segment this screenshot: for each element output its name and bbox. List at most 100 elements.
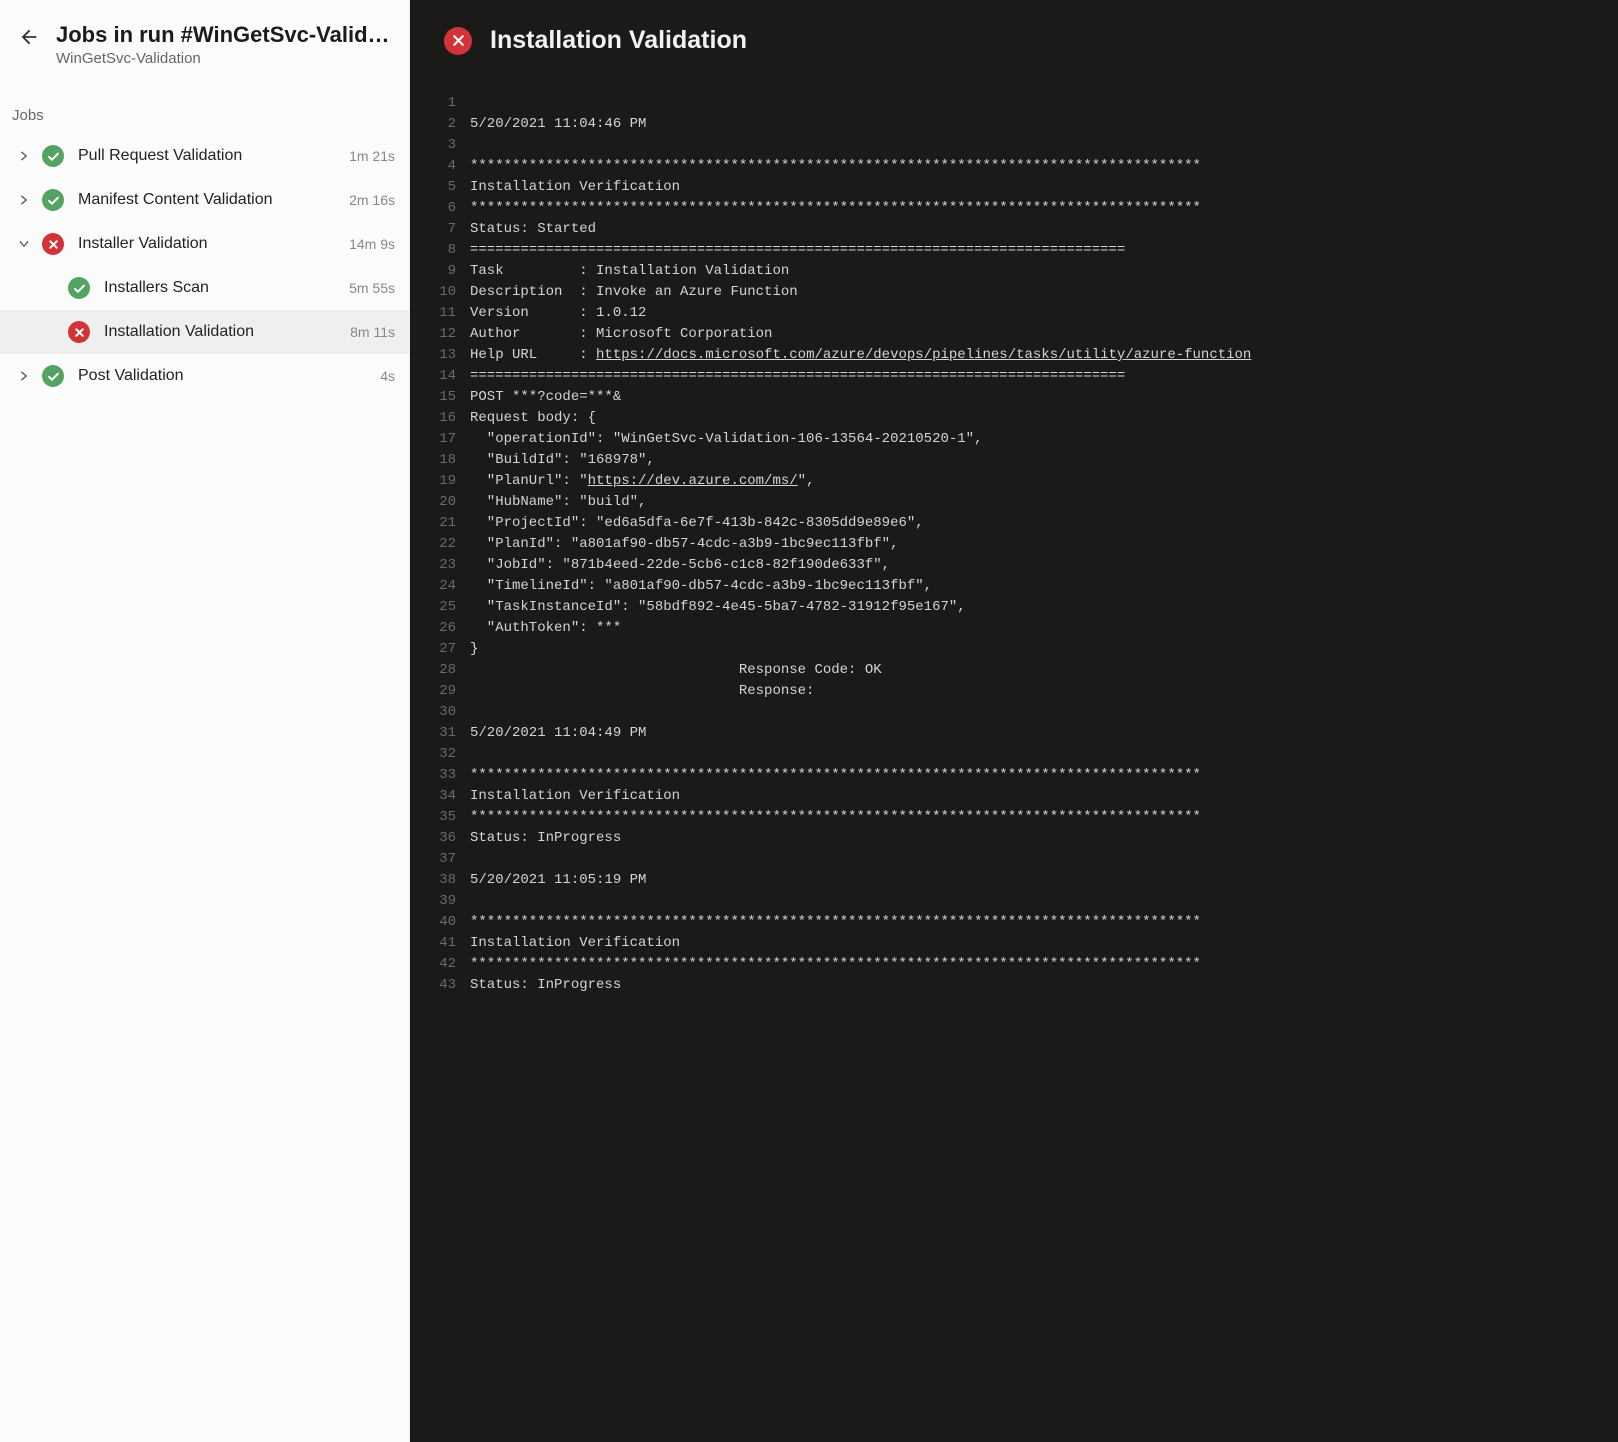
line-number: 37	[410, 849, 470, 870]
job-row-post-validation[interactable]: Post Validation4s	[0, 354, 409, 398]
job-step-label: Installation Validation	[104, 323, 342, 341]
log-line: 40**************************************…	[410, 912, 1618, 933]
line-content: ****************************************…	[470, 954, 1618, 975]
chevron-right-icon[interactable]	[14, 150, 34, 162]
log-line: 5Installation Verification	[410, 177, 1618, 198]
line-number: 28	[410, 660, 470, 681]
log-line: 9Task : Installation Validation	[410, 261, 1618, 282]
line-content: }	[470, 639, 1618, 660]
job-step-label: Installers Scan	[104, 279, 341, 297]
log-line: 18 "BuildId": "168978",	[410, 450, 1618, 471]
log-body[interactable]: 125/20/2021 11:04:46 PM34***************…	[410, 93, 1618, 1442]
line-number: 24	[410, 576, 470, 597]
log-line: 39	[410, 891, 1618, 912]
line-content: Installation Verification	[470, 933, 1618, 954]
back-arrow-icon[interactable]	[18, 26, 40, 52]
line-content	[470, 849, 1618, 870]
job-row-manifest-content-validation[interactable]: Manifest Content Validation2m 16s	[0, 178, 409, 222]
job-step-installers-scan[interactable]: Installers Scan5m 55s	[0, 266, 409, 310]
log-line: 37	[410, 849, 1618, 870]
line-content	[470, 135, 1618, 156]
line-number: 43	[410, 975, 470, 996]
line-number: 9	[410, 261, 470, 282]
line-number: 16	[410, 408, 470, 429]
line-number: 13	[410, 345, 470, 366]
line-content: "TaskInstanceId": "58bdf892-4e45-5ba7-47…	[470, 597, 1618, 618]
line-number: 27	[410, 639, 470, 660]
log-line: 315/20/2021 11:04:49 PM	[410, 723, 1618, 744]
line-number: 31	[410, 723, 470, 744]
log-line: 19 "PlanUrl": "https://dev.azure.com/ms/…	[410, 471, 1618, 492]
line-content: Installation Verification	[470, 177, 1618, 198]
log-line: 14======================================…	[410, 366, 1618, 387]
job-row-installer-validation[interactable]: Installer Validation 14m 9s	[0, 222, 409, 266]
line-number: 3	[410, 135, 470, 156]
line-content: ****************************************…	[470, 807, 1618, 828]
line-content: "AuthToken": ***	[470, 618, 1618, 639]
status-success-icon	[42, 145, 64, 167]
line-number: 22	[410, 534, 470, 555]
line-content: 5/20/2021 11:04:49 PM	[470, 723, 1618, 744]
page-subtitle: WinGetSvc-Validation	[56, 50, 391, 67]
job-duration: 14m 9s	[349, 236, 395, 252]
job-step-duration: 8m 11s	[350, 324, 395, 340]
line-number: 2	[410, 114, 470, 135]
line-number: 39	[410, 891, 470, 912]
line-number: 29	[410, 681, 470, 702]
line-content: ========================================…	[470, 240, 1618, 261]
log-line: 13Help URL : https://docs.microsoft.com/…	[410, 345, 1618, 366]
log-link[interactable]: https://dev.azure.com/ms/	[588, 473, 798, 489]
log-line: 17 "operationId": "WinGetSvc-Validation-…	[410, 429, 1618, 450]
line-number: 7	[410, 219, 470, 240]
line-content: ****************************************…	[470, 198, 1618, 219]
log-link[interactable]: https://docs.microsoft.com/azure/devops/…	[596, 347, 1251, 363]
line-number: 32	[410, 744, 470, 765]
job-step-installation-validation[interactable]: Installation Validation 8m 11s	[0, 310, 409, 354]
log-line: 28 Response Code: OK	[410, 660, 1618, 681]
line-number: 10	[410, 282, 470, 303]
log-line: 32	[410, 744, 1618, 765]
chevron-right-icon[interactable]	[14, 194, 34, 206]
line-content: "TimelineId": "a801af90-db57-4cdc-a3b9-1…	[470, 576, 1618, 597]
line-content: POST ***?code=***&	[470, 387, 1618, 408]
line-number: 41	[410, 933, 470, 954]
log-line: 7Status: Started	[410, 219, 1618, 240]
line-number: 35	[410, 807, 470, 828]
job-row-pull-request-validation[interactable]: Pull Request Validation1m 21s	[0, 134, 409, 178]
log-panel: Installation Validation 125/20/2021 11:0…	[410, 0, 1618, 1442]
line-content: "BuildId": "168978",	[470, 450, 1618, 471]
line-content: 5/20/2021 11:04:46 PM	[470, 114, 1618, 135]
job-duration: 4s	[380, 368, 395, 384]
log-line: 42**************************************…	[410, 954, 1618, 975]
job-label: Installer Validation	[78, 235, 341, 253]
log-line: 29 Response:	[410, 681, 1618, 702]
line-number: 38	[410, 870, 470, 891]
line-number: 42	[410, 954, 470, 975]
line-content	[470, 93, 1618, 114]
log-line: 33**************************************…	[410, 765, 1618, 786]
log-line: 36Status: InProgress	[410, 828, 1618, 849]
line-content: "operationId": "WinGetSvc-Validation-106…	[470, 429, 1618, 450]
line-number: 33	[410, 765, 470, 786]
log-line: 35**************************************…	[410, 807, 1618, 828]
status-success-icon	[68, 277, 90, 299]
chevron-right-icon[interactable]	[14, 370, 34, 382]
log-line: 15POST ***?code=***&	[410, 387, 1618, 408]
line-content: Installation Verification	[470, 786, 1618, 807]
status-fail-icon	[68, 321, 90, 343]
chevron-down-icon[interactable]	[14, 238, 34, 250]
line-content	[470, 702, 1618, 723]
line-content: Author : Microsoft Corporation	[470, 324, 1618, 345]
line-content: "ProjectId": "ed6a5dfa-6e7f-413b-842c-83…	[470, 513, 1618, 534]
log-line: 25 "TaskInstanceId": "58bdf892-4e45-5ba7…	[410, 597, 1618, 618]
job-label: Pull Request Validation	[78, 147, 341, 165]
line-content: Task : Installation Validation	[470, 261, 1618, 282]
line-number: 1	[410, 93, 470, 114]
line-content: ****************************************…	[470, 765, 1618, 786]
sidebar: Jobs in run #WinGetSvc-Valida… WinGetSvc…	[0, 0, 410, 1442]
log-line: 41Installation Verification	[410, 933, 1618, 954]
log-header: Installation Validation	[410, 0, 1618, 93]
line-content	[470, 744, 1618, 765]
line-number: 26	[410, 618, 470, 639]
log-line: 24 "TimelineId": "a801af90-db57-4cdc-a3b…	[410, 576, 1618, 597]
